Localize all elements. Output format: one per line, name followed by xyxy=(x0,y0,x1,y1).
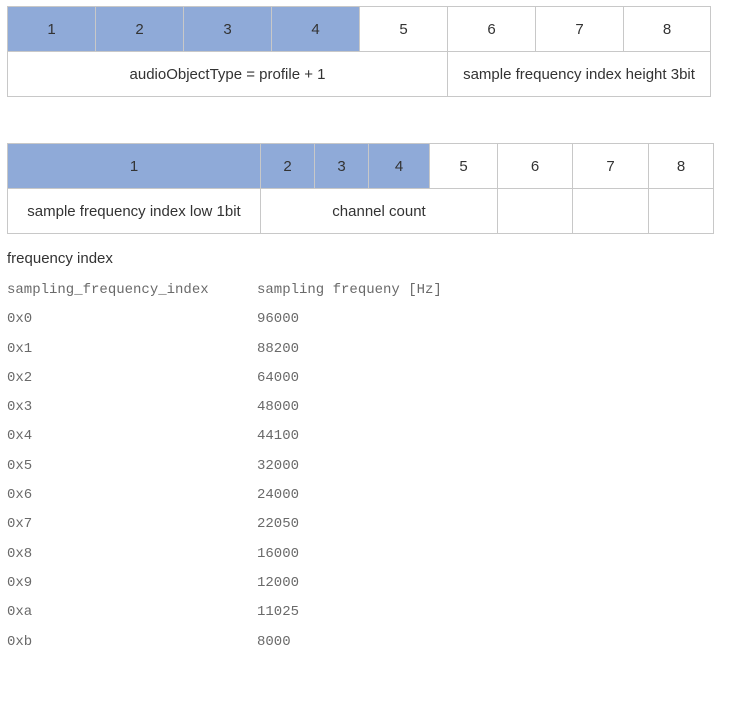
list-item: 0xa 11025 xyxy=(7,602,299,631)
bit-cell: 6 xyxy=(447,6,536,52)
frequency-value: 22050 xyxy=(257,516,300,533)
bit-cell: 4 xyxy=(271,6,360,52)
bit-cell: 5 xyxy=(429,143,498,189)
frequency-value: 8000 xyxy=(257,633,291,650)
frequency-value: 96000 xyxy=(257,311,300,328)
bit-cell: 7 xyxy=(572,143,649,189)
index-value: 0x8 xyxy=(7,545,33,562)
index-value: 0x3 xyxy=(7,399,33,416)
bit-cell: 8 xyxy=(648,143,714,189)
field-sample-frequency-index-low: sample frequency index low 1bit xyxy=(7,188,261,234)
bit-cell: 5 xyxy=(359,6,448,52)
bit-cell: 8 xyxy=(623,6,711,52)
bit-cell: 3 xyxy=(314,143,369,189)
frequency-value: 88200 xyxy=(257,340,300,357)
bit-cell: 2 xyxy=(95,6,184,52)
empty-cell xyxy=(572,188,649,234)
list-header-row: sampling_frequency_index sampling freque… xyxy=(7,280,442,309)
index-value: 0x7 xyxy=(7,516,33,533)
index-value: 0xa xyxy=(7,604,33,621)
bit-layout-table-1: 1 2 3 4 5 6 7 8 audioObjectType = profil… xyxy=(7,6,711,97)
field-audio-object-type: audioObjectType = profile + 1 xyxy=(7,51,448,97)
bit-cell: 4 xyxy=(368,143,430,189)
bit-cell: 3 xyxy=(183,6,272,52)
list-item: 0x5 32000 xyxy=(7,456,299,485)
column-header-frequency: sampling frequeny [Hz] xyxy=(257,282,442,298)
bit-cell: 6 xyxy=(497,143,573,189)
frequency-value: 44100 xyxy=(257,428,300,445)
field-row: audioObjectType = profile + 1 sample fre… xyxy=(7,51,711,97)
frequency-value: 32000 xyxy=(257,457,300,474)
list-item: 0x3 48000 xyxy=(7,397,299,426)
frequency-value: 24000 xyxy=(257,487,300,504)
field-channel-count: channel count xyxy=(260,188,498,234)
index-value: 0x1 xyxy=(7,340,33,357)
list-item: 0x1 88200 xyxy=(7,339,299,368)
index-value: 0x6 xyxy=(7,487,33,504)
bit-cell: 2 xyxy=(260,143,315,189)
bit-cell: 7 xyxy=(535,6,624,52)
list-item: 0x4 44100 xyxy=(7,426,299,455)
frequency-value: 48000 xyxy=(257,399,300,416)
bit-number-row: 1 2 3 4 5 6 7 8 xyxy=(7,143,714,189)
field-sample-frequency-index-high: sample frequency index height 3bit xyxy=(447,51,711,97)
field-row: sample frequency index low 1bit channel … xyxy=(7,188,714,234)
frequency-index-heading: frequency index xyxy=(7,250,113,267)
frequency-value: 12000 xyxy=(257,574,300,591)
frequency-index-list: sampling_frequency_index sampling freque… xyxy=(7,280,442,661)
list-item: 0x9 12000 xyxy=(7,573,299,602)
list-item: 0x2 64000 xyxy=(7,368,299,397)
index-value: 0x2 xyxy=(7,369,33,386)
bit-layout-table-2: 1 2 3 4 5 6 7 8 sample frequency index l… xyxy=(7,143,714,234)
frequency-value: 11025 xyxy=(257,604,300,621)
list-item: 0x8 16000 xyxy=(7,544,299,573)
frequency-value: 16000 xyxy=(257,545,300,562)
index-value: 0xb xyxy=(7,633,33,650)
empty-cell xyxy=(648,188,714,234)
bit-cell: 1 xyxy=(7,143,261,189)
list-item: 0xb 8000 xyxy=(7,632,291,661)
index-value: 0x9 xyxy=(7,574,33,591)
column-header-index: sampling_frequency_index xyxy=(7,282,209,298)
frequency-value: 64000 xyxy=(257,369,300,386)
index-value: 0x4 xyxy=(7,428,33,445)
list-item: 0x7 22050 xyxy=(7,514,299,543)
bit-number-row: 1 2 3 4 5 6 7 8 xyxy=(7,6,711,52)
index-value: 0x5 xyxy=(7,457,33,474)
list-item: 0x0 96000 xyxy=(7,309,299,338)
list-item: 0x6 24000 xyxy=(7,485,299,514)
bit-cell: 1 xyxy=(7,6,96,52)
index-value: 0x0 xyxy=(7,311,33,328)
empty-cell xyxy=(497,188,573,234)
